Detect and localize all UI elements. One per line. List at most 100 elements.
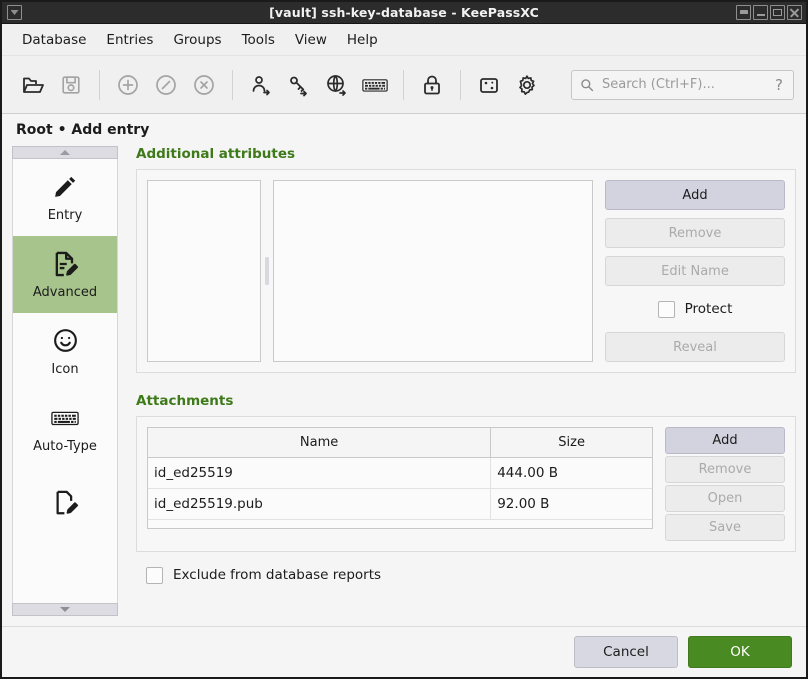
attributes-value-editor[interactable] xyxy=(273,180,593,362)
attachments-save-button[interactable]: Save xyxy=(665,514,785,541)
content-panel: Additional attributes Add Remove Edit Na… xyxy=(118,146,806,626)
sidebar-item-label: Icon xyxy=(51,361,79,377)
exclude-reports-row: Exclude from database reports xyxy=(136,552,796,590)
attachments-title: Attachments xyxy=(136,393,234,409)
sidebar-item-properties[interactable] xyxy=(13,467,117,544)
copy-password-icon[interactable] xyxy=(280,66,318,104)
sidebar-item-advanced[interactable]: Advanced xyxy=(13,236,117,313)
table-row[interactable]: id_ed25519 444.00 B xyxy=(148,457,652,489)
sidebar-item-entry[interactable]: Entry xyxy=(13,159,117,236)
menu-entries[interactable]: Entries xyxy=(96,28,163,52)
ok-button[interactable]: OK xyxy=(688,636,792,668)
save-database-icon[interactable] xyxy=(52,66,90,104)
shade-button[interactable] xyxy=(736,5,751,20)
attributes-splitter[interactable] xyxy=(261,180,273,362)
column-header-size[interactable]: Size xyxy=(490,428,652,458)
attachments-open-button[interactable]: Open xyxy=(665,485,785,512)
attributes-row: Add Remove Edit Name Protect Reveal xyxy=(147,180,785,362)
column-header-name[interactable]: Name xyxy=(148,428,492,458)
menu-groups[interactable]: Groups xyxy=(163,28,231,52)
sidebar-scroll-down-button[interactable] xyxy=(12,603,118,616)
attachment-name: id_ed25519.pub xyxy=(148,488,492,520)
attributes-key-list[interactable] xyxy=(147,180,261,362)
settings-icon[interactable] xyxy=(508,66,546,104)
sidebar-item-label: Entry xyxy=(47,207,83,223)
search-input[interactable]: Search (Ctrl+F)... ? xyxy=(571,69,794,100)
attachment-name: id_ed25519 xyxy=(148,457,492,489)
table-header-row: Name Size xyxy=(148,428,652,458)
attachment-size: 444.00 B xyxy=(490,457,652,489)
titlebar: [vault] ssh-key-database - KeePassXC xyxy=(2,2,806,24)
page-title: Root • Add entry xyxy=(16,122,150,138)
window-title: [vault] ssh-key-database - KeePassXC xyxy=(269,5,539,20)
copy-url-icon[interactable] xyxy=(318,66,356,104)
close-button[interactable] xyxy=(787,5,802,20)
toolbar-separator xyxy=(460,69,461,100)
smiley-icon xyxy=(52,327,79,355)
minimize-button[interactable] xyxy=(753,5,768,20)
sidebar-item-auto-type[interactable]: Auto-Type xyxy=(13,390,117,467)
sidebar-list: Entry Advanced Icon Auto-Type xyxy=(12,159,118,603)
exclude-reports-control[interactable]: Exclude from database reports xyxy=(146,560,796,590)
pencil-icon xyxy=(52,173,78,201)
attachments-remove-button[interactable]: Remove xyxy=(665,456,785,483)
attributes-buttons: Add Remove Edit Name Protect Reveal xyxy=(605,180,785,362)
attachment-size: 92.00 B xyxy=(490,488,652,520)
dialog-body: Entry Advanced Icon Auto-Type Additional… xyxy=(2,146,806,626)
table-row[interactable]: id_ed25519.pub 92.00 B xyxy=(148,488,652,520)
add-entry-icon[interactable] xyxy=(109,66,147,104)
table-empty-space xyxy=(148,520,652,528)
menu-view[interactable]: View xyxy=(285,28,337,52)
breadcrumb: Root • Add entry xyxy=(2,114,806,146)
exclude-reports-checkbox[interactable] xyxy=(146,566,163,584)
copy-username-icon[interactable] xyxy=(242,66,280,104)
toolbar-separator xyxy=(403,69,404,100)
menu-tools[interactable]: Tools xyxy=(232,28,285,52)
search-icon xyxy=(581,78,594,91)
open-database-icon[interactable] xyxy=(14,66,52,104)
attributes-reveal-button[interactable]: Reveal xyxy=(605,332,785,362)
exclude-reports-label: Exclude from database reports xyxy=(173,567,382,583)
window-controls xyxy=(736,5,802,20)
menubar: Database Entries Groups Tools View Help xyxy=(2,24,806,56)
toolbar: Search (Ctrl+F)... ? xyxy=(2,56,806,114)
dialog-footer: Cancel OK xyxy=(2,626,806,677)
edit-entry-icon[interactable] xyxy=(147,66,185,104)
search-placeholder: Search (Ctrl+F)... xyxy=(602,77,715,92)
attachments-add-button[interactable]: Add xyxy=(665,427,785,454)
attributes-edit-name-button[interactable]: Edit Name xyxy=(605,256,785,286)
toolbar-separator xyxy=(99,69,100,100)
attributes-add-button[interactable]: Add xyxy=(605,180,785,210)
search-help-icon[interactable]: ? xyxy=(775,76,785,94)
sidebar-item-label: Auto-Type xyxy=(33,438,97,454)
keepassxc-window: [vault] ssh-key-database - KeePassXC Dat… xyxy=(0,0,808,679)
additional-attributes-title: Additional attributes xyxy=(136,146,296,162)
maximize-button[interactable] xyxy=(770,5,785,20)
keepassxc-icon xyxy=(7,5,22,20)
lock-database-icon[interactable] xyxy=(413,66,451,104)
password-generator-icon[interactable] xyxy=(470,66,508,104)
attributes-remove-button[interactable]: Remove xyxy=(605,218,785,248)
chevron-up-icon xyxy=(60,150,70,155)
protect-label: Protect xyxy=(684,301,733,317)
attachments-group: Name Size id_ed25519 444.00 B id_ed25519… xyxy=(136,416,796,552)
sidebar-item-label: Advanced xyxy=(32,284,98,300)
toolbar-separator xyxy=(232,69,233,100)
attachments-row: Name Size id_ed25519 444.00 B id_ed25519… xyxy=(147,427,785,541)
menu-database[interactable]: Database xyxy=(12,28,96,52)
attachments-buttons: Add Remove Open Save xyxy=(665,427,785,541)
attachments-table[interactable]: Name Size id_ed25519 444.00 B id_ed25519… xyxy=(147,427,653,529)
sidebar-scroll-up-button[interactable] xyxy=(12,146,118,159)
attributes-protect-row[interactable]: Protect xyxy=(605,294,785,324)
additional-attributes-group: Add Remove Edit Name Protect Reveal xyxy=(136,169,796,373)
properties-icon xyxy=(52,488,79,516)
menu-help[interactable]: Help xyxy=(337,28,388,52)
protect-checkbox[interactable] xyxy=(657,300,675,318)
sidebar-item-icon[interactable]: Icon xyxy=(13,313,117,390)
auto-type-icon[interactable] xyxy=(356,66,394,104)
keyboard-icon xyxy=(51,404,79,432)
delete-entry-icon[interactable] xyxy=(185,66,223,104)
cancel-button[interactable]: Cancel xyxy=(574,636,678,668)
chevron-down-icon xyxy=(60,607,70,612)
sidebar: Entry Advanced Icon Auto-Type xyxy=(12,146,118,616)
